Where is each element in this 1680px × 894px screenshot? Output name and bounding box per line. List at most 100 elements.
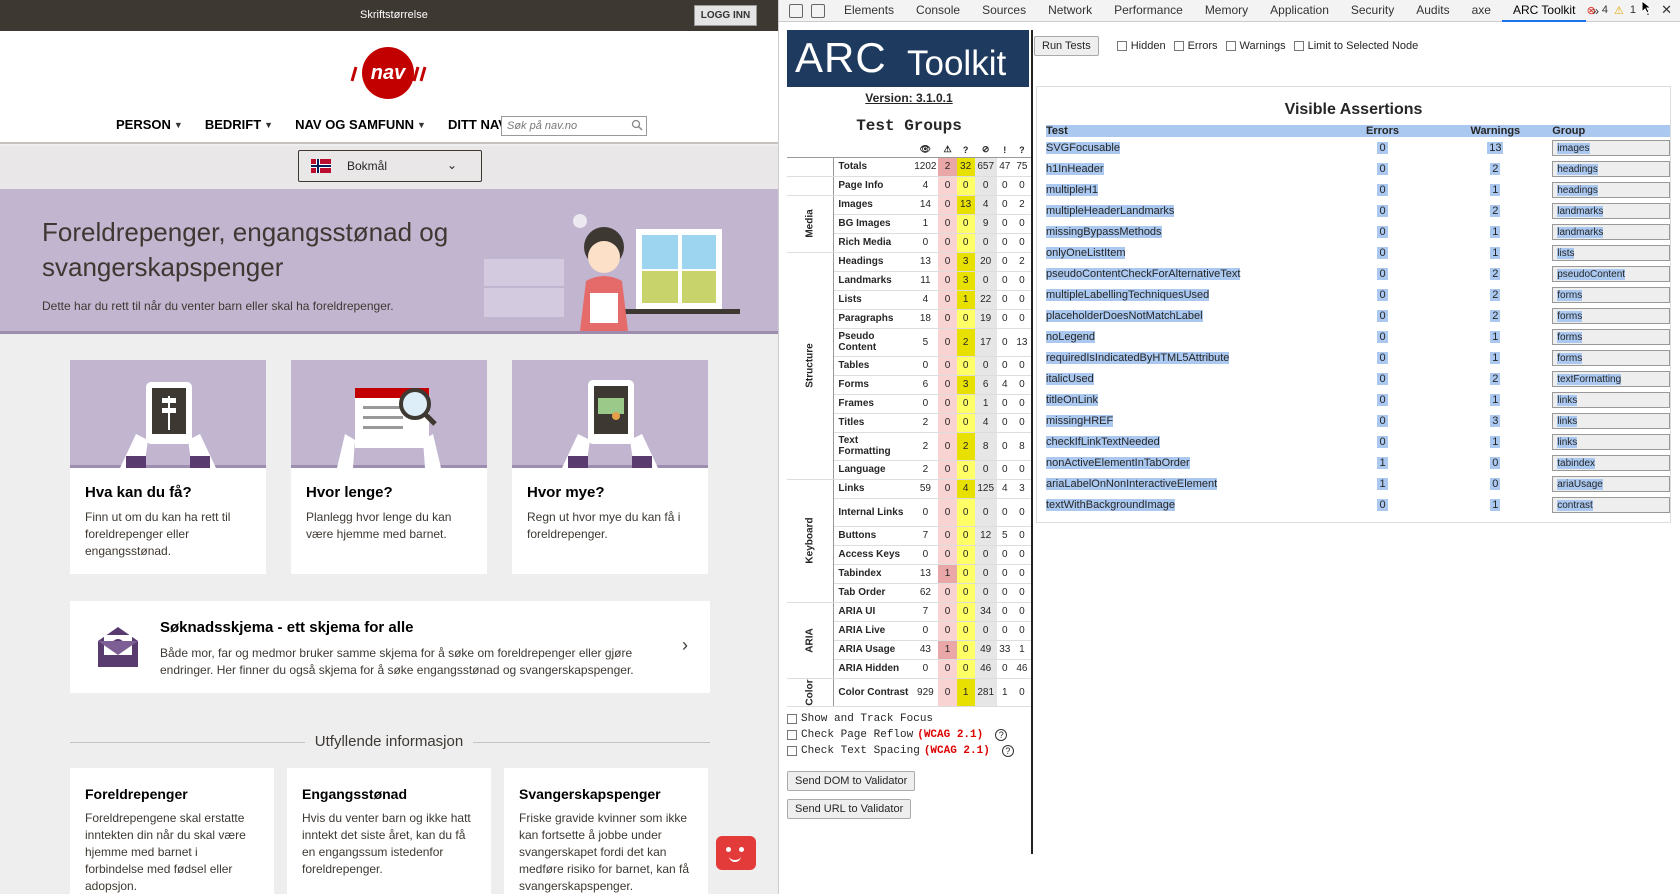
assertion-row[interactable]: missingHREF 0 3 links <box>1046 410 1670 431</box>
group-name[interactable]: Lists <box>833 290 913 310</box>
assertion-group-field[interactable]: contrast <box>1552 496 1670 513</box>
assertion-row[interactable]: noLegend 0 1 forms <box>1046 326 1670 347</box>
assertion-group-field[interactable]: headings <box>1552 181 1670 198</box>
run-tests-button[interactable]: Run Tests <box>1034 36 1099 56</box>
assertion-test-name[interactable]: SVGFocusable <box>1046 141 1120 154</box>
assertion-row[interactable]: h1InHeader 0 2 headings <box>1046 158 1670 179</box>
filter-limit-selected-node[interactable]: Limit to Selected Node <box>1293 40 1418 52</box>
group-name[interactable]: ARIA UI <box>833 601 913 622</box>
checkbox[interactable] <box>787 729 797 740</box>
assertion-row[interactable]: textWithBackgroundImage 0 1 contrast <box>1046 494 1670 515</box>
group-name[interactable]: Page Info <box>833 175 913 196</box>
menu-bedrift[interactable]: BEDRIFT ▼ <box>205 117 273 132</box>
group-name[interactable]: Paragraphs <box>833 309 913 329</box>
group-name[interactable]: ARIA Live <box>833 621 913 641</box>
menu-nav-og-samfunn[interactable]: NAV OG SAMFUNN ▼ <box>295 117 426 132</box>
group-name[interactable]: Buttons <box>833 526 913 546</box>
assertion-test-name[interactable]: h1InHeader <box>1046 162 1104 175</box>
version-link[interactable]: Version: 3.1.0.1 <box>787 91 1031 105</box>
tab-application[interactable]: Application <box>1259 0 1340 22</box>
assertion-group-field[interactable]: forms <box>1552 307 1670 324</box>
test-group-row[interactable]: Color Color Contrast 929 0 1 281 1 0 <box>787 677 1031 707</box>
assertion-test-name[interactable]: ariaLabelOnNonInteractiveElement <box>1046 477 1218 490</box>
test-group-row[interactable]: Media Images 14 0 13 4 0 2 <box>787 194 1031 253</box>
checkbox[interactable] <box>1293 41 1304 51</box>
assertion-row[interactable]: italicUsed 0 2 textFormatting <box>1046 368 1670 389</box>
inspect-element-icon[interactable] <box>789 3 803 18</box>
filter-warnings[interactable]: Warnings <box>1225 40 1286 52</box>
tab-performance[interactable]: Performance <box>1103 0 1194 22</box>
group-name[interactable]: Totals <box>833 157 913 177</box>
assertion-row[interactable]: onlyOneListItem 0 1 lists <box>1046 242 1670 263</box>
assertion-test-name[interactable]: noLegend <box>1046 330 1095 343</box>
option-check-page-reflow[interactable]: Check Page Reflow (WCAG 2.1)? <box>787 727 1031 743</box>
assertion-test-name[interactable]: titleOnLink <box>1046 393 1098 406</box>
group-name[interactable]: Links <box>833 478 913 499</box>
assertion-group-field[interactable]: forms <box>1552 349 1670 366</box>
tab-network[interactable]: Network <box>1037 0 1103 22</box>
tab-audits[interactable]: Audits <box>1405 0 1460 22</box>
checkbox[interactable] <box>1173 41 1184 51</box>
group-name[interactable]: BG Images <box>833 214 913 234</box>
assertion-row[interactable]: nonActiveElementInTabOrder 1 0 tabindex <box>1046 452 1670 473</box>
assertion-test-name[interactable]: nonActiveElementInTabOrder <box>1046 456 1190 469</box>
col-group[interactable]: Group <box>1552 125 1670 137</box>
group-name[interactable]: Forms <box>833 375 913 395</box>
search-input[interactable]: Søk på nav.no <box>501 116 647 136</box>
assertion-test-name[interactable]: missingHREF <box>1046 414 1114 427</box>
checkbox[interactable] <box>1225 41 1236 51</box>
group-name[interactable]: Images <box>833 194 913 215</box>
assertion-test-name[interactable]: missingBypassMethods <box>1046 225 1162 238</box>
assertion-row[interactable]: placeholderDoesNotMatchLabel 0 2 forms <box>1046 305 1670 326</box>
card-hvor-mye[interactable]: Hvor mye? Regn ut hvor mye du kan få i f… <box>512 360 708 574</box>
assertion-row[interactable]: multipleLabellingTechniquesUsed 0 2 form… <box>1046 284 1670 305</box>
assertion-test-name[interactable]: multipleH1 <box>1046 183 1098 196</box>
assertion-group-field[interactable]: headings <box>1552 160 1670 177</box>
assertion-group-field[interactable]: landmarks <box>1552 202 1670 219</box>
group-name[interactable]: Access Keys <box>833 545 913 565</box>
col-warnings[interactable]: Warnings <box>1438 125 1553 137</box>
group-name[interactable]: Internal Links <box>833 498 913 527</box>
assertion-group-field[interactable]: forms <box>1552 328 1670 345</box>
chat-bot-button[interactable] <box>716 836 756 870</box>
col-test[interactable]: Test <box>1046 125 1327 137</box>
send-dom-button[interactable]: Send DOM to Validator <box>787 770 916 791</box>
group-name[interactable]: Language <box>833 460 913 480</box>
assertion-group-field[interactable]: landmarks <box>1552 223 1670 240</box>
group-name[interactable]: Color Contrast <box>833 677 913 707</box>
group-name[interactable]: Tab Order <box>833 583 913 603</box>
assertion-group-field[interactable]: pseudoContent <box>1552 265 1670 282</box>
assertion-group-field[interactable]: images <box>1552 139 1670 156</box>
tab-arc-toolkit[interactable]: ARC Toolkit <box>1501 0 1587 22</box>
filter-errors[interactable]: Errors <box>1173 40 1218 52</box>
assertion-row[interactable]: SVGFocusable 0 13 images <box>1046 137 1670 158</box>
tab-console[interactable]: Console <box>905 0 971 22</box>
group-name[interactable]: Frames <box>833 394 913 414</box>
group-name[interactable]: Text Formatting <box>833 432 913 461</box>
tab-security[interactable]: Security <box>1340 0 1405 22</box>
checkbox[interactable] <box>787 745 797 756</box>
info-card-svangerskapspenger[interactable]: Svangerskapspenger Friske gravide kvinne… <box>504 768 708 894</box>
send-url-button[interactable]: Send URL to Validator <box>787 798 912 819</box>
assertion-group-field[interactable]: forms <box>1552 286 1670 303</box>
assertion-row[interactable]: multipleHeaderLandmarks 0 2 landmarks <box>1046 200 1670 221</box>
language-select[interactable]: Bokmål ⌄ <box>298 150 482 182</box>
assertion-test-name[interactable]: textWithBackgroundImage <box>1046 498 1176 511</box>
help-icon[interactable]: ? <box>1001 744 1014 757</box>
info-card-foreldrepenger[interactable]: Foreldrepenger Foreldrepengene skal erst… <box>70 768 274 894</box>
tab-axe[interactable]: axe <box>1461 0 1502 22</box>
filter-hidden[interactable]: Hidden <box>1116 40 1166 52</box>
login-button[interactable]: LOGG INN <box>694 5 757 26</box>
info-card-engangsstonad[interactable]: Engangsstønad Hvis du venter barn og ikk… <box>287 768 491 894</box>
assertion-group-field[interactable]: textFormatting <box>1552 370 1670 387</box>
card-hvor-lenge[interactable]: Hvor lenge? Planlegg hvor lenge du kan v… <box>291 360 487 574</box>
assertion-group-field[interactable]: links <box>1552 391 1670 408</box>
device-toolbar-icon[interactable] <box>811 3 825 18</box>
col-errors[interactable]: Errors <box>1326 125 1439 137</box>
assertion-group-field[interactable]: links <box>1552 412 1670 429</box>
group-name[interactable]: Pseudo Content <box>833 328 913 357</box>
assertion-test-name[interactable]: multipleLabellingTechniquesUsed <box>1046 288 1210 301</box>
group-name[interactable]: Titles <box>833 413 913 433</box>
assertion-row[interactable]: checkIfLinkTextNeeded 0 1 links <box>1046 431 1670 452</box>
issue-counts[interactable]: ⊗ 4 ⚠ 1 <box>1587 4 1636 17</box>
